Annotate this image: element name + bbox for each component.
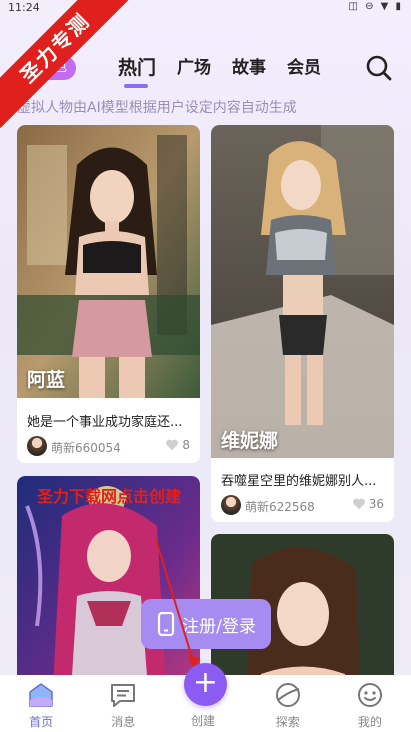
like-count-value: 36: [368, 497, 384, 511]
creator-name: 萌新622568: [245, 500, 315, 514]
nav-explore-label: 探索: [275, 715, 300, 729]
avatar: [221, 495, 241, 515]
character-name: 阿蓝: [27, 369, 66, 391]
top-tabs: 热门 广场 故事 会员: [118, 56, 342, 88]
like-count[interactable]: 36: [352, 497, 384, 511]
nav-home[interactable]: 首页: [0, 675, 82, 732]
profile-icon: [357, 683, 382, 707]
creator-name: 萌新660054: [51, 441, 121, 455]
character-portrait: 阿蓝: [17, 125, 200, 398]
avatar: [27, 436, 47, 456]
character-description: 她是一个事业成功家庭还...: [27, 415, 183, 430]
message-icon: [111, 684, 136, 707]
heart-icon: [352, 498, 365, 510]
search-icon[interactable]: [365, 54, 393, 82]
nav-messages-label: 消息: [111, 715, 136, 729]
promo-overlay-text: 圣力下载网点击创建: [37, 487, 182, 506]
character-name: 维妮娜: [221, 430, 279, 452]
character-card[interactable]: 维妮娜 吞噬星空里的维妮娜别人... 萌新622568 36: [211, 125, 394, 522]
nav-create-label: 创建: [191, 714, 216, 728]
status-time: 11:24: [8, 1, 40, 14]
tab-square[interactable]: 广场: [177, 56, 211, 86]
tab-story[interactable]: 故事: [232, 56, 266, 86]
character-description: 吞噬星空里的维妮娜别人...: [221, 474, 377, 489]
page-subtitle: 虚拟人物由AI模型根据用户设定内容自动生成: [17, 100, 297, 116]
create-button[interactable]: +: [184, 663, 227, 706]
heart-icon: [166, 439, 179, 451]
like-count-value: 8: [182, 438, 190, 452]
character-card[interactable]: 阿蓝 她是一个事业成功家庭还... 萌新660054 8: [17, 125, 200, 463]
nav-profile-label: 我的: [357, 715, 382, 729]
status-bar: 11:24 ◫ ⊖ ▼ ▮: [0, 0, 411, 16]
nav-explore[interactable]: 探索: [247, 675, 329, 732]
nav-home-label: 首页: [29, 715, 54, 729]
explore-icon: [275, 683, 300, 707]
status-icons: ◫ ⊖ ▼ ▮: [348, 1, 403, 12]
nav-profile[interactable]: 我的: [329, 675, 411, 732]
like-count[interactable]: 8: [165, 438, 190, 452]
nav-messages[interactable]: 消息: [82, 675, 164, 732]
tab-member[interactable]: 会员: [287, 56, 321, 86]
tab-hot[interactable]: 热门: [118, 56, 156, 88]
character-portrait: 维妮娜: [211, 125, 394, 458]
home-icon: [29, 683, 53, 707]
arrow-icon: [155, 539, 200, 670]
plus-icon: +: [192, 665, 219, 700]
